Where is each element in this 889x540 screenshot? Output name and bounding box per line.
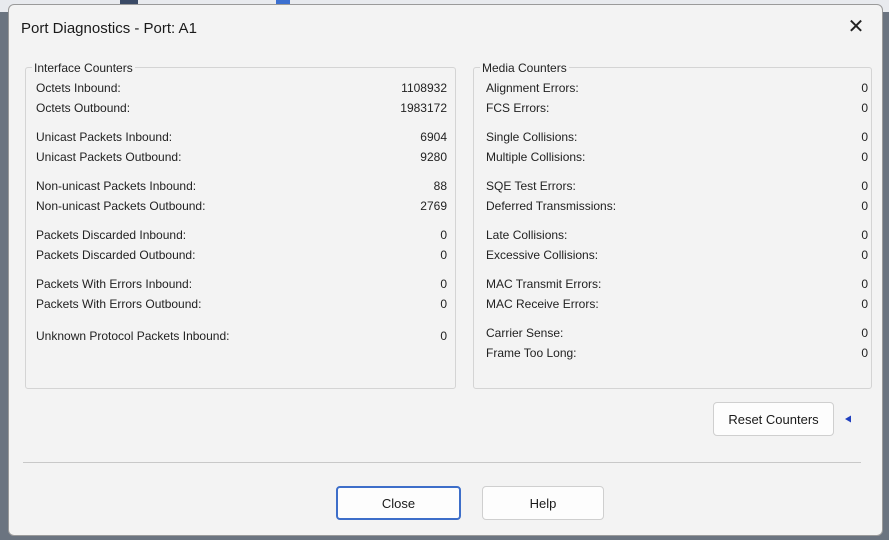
counter-value: 88	[433, 179, 447, 193]
counter-label: Non-unicast Packets Outbound:	[36, 199, 206, 213]
counter-value: 0	[440, 248, 447, 262]
close-icon[interactable]: ✕	[844, 15, 868, 39]
counter-label: Unknown Protocol Packets Inbound:	[36, 329, 230, 343]
counter-row: Octets Inbound: 1108932	[26, 80, 455, 96]
counter-row: Packets With Errors Outbound: 0	[26, 296, 455, 312]
counter-label: Carrier Sense:	[486, 326, 564, 340]
dialog-title: Port Diagnostics - Port: A1	[21, 20, 197, 37]
counter-value: 0	[861, 297, 868, 311]
title-bar: Port Diagnostics - Port: A1 ✕	[9, 5, 882, 53]
counter-row: Unicast Packets Outbound: 9280	[26, 149, 455, 165]
counter-row: Unicast Packets Inbound: 6904	[26, 129, 455, 145]
close-button[interactable]: Close	[336, 486, 461, 520]
interface-counters-label: Interface Counters	[32, 61, 135, 75]
counter-label: Unicast Packets Inbound:	[36, 130, 173, 144]
counter-label: SQE Test Errors:	[486, 179, 576, 193]
counter-row: Deferred Transmissions: 0	[474, 198, 871, 214]
interface-counters-group: Interface Counters Octets Inbound: 11089…	[25, 61, 456, 389]
counter-row: MAC Receive Errors: 0	[474, 296, 871, 312]
counter-value: 0	[861, 179, 868, 193]
counter-value: 0	[861, 130, 868, 144]
counter-value: 1983172	[400, 101, 447, 115]
counter-value: 2769	[420, 199, 447, 213]
help-button[interactable]: Help	[482, 486, 604, 520]
counter-value: 0	[440, 329, 447, 343]
reset-counters-button[interactable]: Reset Counters	[713, 402, 834, 436]
counter-row: Non-unicast Packets Outbound: 2769	[26, 198, 455, 214]
media-counters-label: Media Counters	[480, 61, 569, 75]
counter-label: Non-unicast Packets Inbound:	[36, 179, 197, 193]
counter-value: 0	[861, 326, 868, 340]
counter-value: 0	[861, 150, 868, 164]
counter-label: Frame Too Long:	[486, 346, 577, 360]
counter-label: Octets Outbound:	[36, 101, 131, 115]
counter-value: 0	[440, 228, 447, 242]
counter-row: Packets Discarded Outbound: 0	[26, 247, 455, 263]
counter-row: Carrier Sense: 0	[474, 325, 871, 341]
counter-label: Packets With Errors Inbound:	[36, 277, 193, 291]
counter-value: 0	[440, 277, 447, 291]
counter-label: MAC Transmit Errors:	[486, 277, 602, 291]
counter-label: Single Collisions:	[486, 130, 578, 144]
counter-label: Deferred Transmissions:	[486, 199, 617, 213]
counter-label: Late Collisions:	[486, 228, 568, 242]
counter-value: 0	[440, 297, 447, 311]
counter-label: Multiple Collisions:	[486, 150, 586, 164]
counter-row: Unknown Protocol Packets Inbound: 0	[26, 328, 455, 344]
counter-row: SQE Test Errors: 0	[474, 178, 871, 194]
counter-label: Packets Discarded Inbound:	[36, 228, 187, 242]
counter-label: Octets Inbound:	[36, 81, 121, 95]
counter-value: 1108932	[401, 81, 447, 95]
counter-row: Packets With Errors Inbound: 0	[26, 276, 455, 292]
counter-value: 0	[861, 346, 868, 360]
counter-label: Unicast Packets Outbound:	[36, 150, 182, 164]
counter-row: Late Collisions: 0	[474, 227, 871, 243]
counter-row: Excessive Collisions: 0	[474, 247, 871, 263]
counter-row: Single Collisions: 0	[474, 129, 871, 145]
counter-label: Excessive Collisions:	[486, 248, 599, 262]
counter-value: 9280	[420, 150, 447, 164]
counter-label: Packets Discarded Outbound:	[36, 248, 196, 262]
divider	[23, 462, 861, 463]
counter-value: 0	[861, 228, 868, 242]
counter-row: Frame Too Long: 0	[474, 345, 871, 361]
counter-row: Alignment Errors: 0	[474, 80, 871, 96]
counter-row: FCS Errors: 0	[474, 100, 871, 116]
counter-label: FCS Errors:	[486, 101, 550, 115]
counter-row: Packets Discarded Inbound: 0	[26, 227, 455, 243]
port-diagnostics-dialog: Port Diagnostics - Port: A1 ✕ Interface …	[8, 4, 883, 536]
counter-label: MAC Receive Errors:	[486, 297, 599, 311]
counter-value: 0	[861, 101, 868, 115]
counter-row: MAC Transmit Errors: 0	[474, 276, 871, 292]
counter-value: 0	[861, 81, 868, 95]
counter-label: Packets With Errors Outbound:	[36, 297, 202, 311]
counter-value: 0	[861, 277, 868, 291]
counter-row: Octets Outbound: 1983172	[26, 100, 455, 116]
media-counters-group: Media Counters Alignment Errors: 0 FCS E…	[473, 61, 872, 389]
arrow-left-icon	[845, 415, 851, 423]
counter-value: 0	[861, 248, 868, 262]
counter-row: Non-unicast Packets Inbound: 88	[26, 178, 455, 194]
counter-value: 6904	[420, 130, 447, 144]
counter-row: Multiple Collisions: 0	[474, 149, 871, 165]
counter-label: Alignment Errors:	[486, 81, 579, 95]
counter-value: 0	[861, 199, 868, 213]
